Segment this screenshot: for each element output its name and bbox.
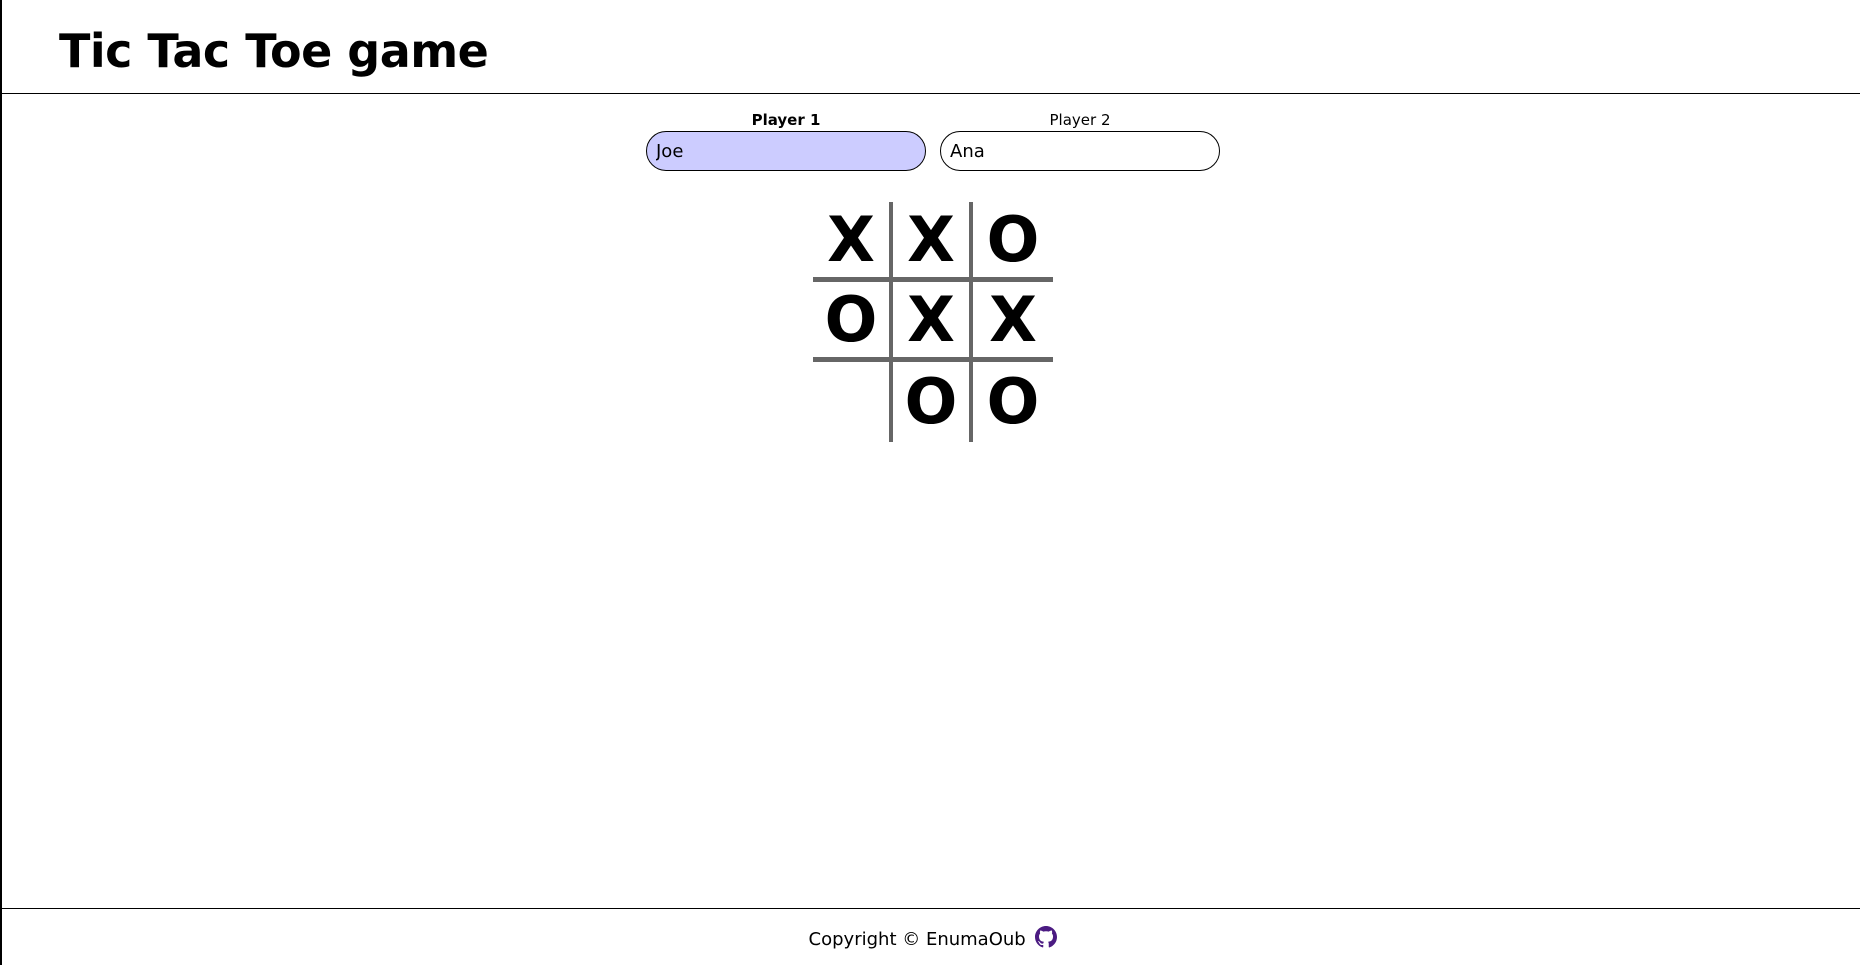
header: Tic Tac Toe game bbox=[2, 0, 1860, 94]
board-cell-8[interactable]: O bbox=[893, 362, 973, 442]
board-cell-5[interactable]: X bbox=[893, 282, 973, 362]
copyright-text: Copyright © EnumaOub bbox=[808, 929, 1026, 950]
player-2: Player 2 bbox=[940, 109, 1220, 171]
board-cell-7[interactable] bbox=[813, 362, 893, 442]
footer: Copyright © EnumaOub bbox=[2, 908, 1860, 965]
board-cell-3[interactable]: O bbox=[973, 202, 1053, 282]
page-title: Tic Tac Toe game bbox=[59, 24, 489, 78]
github-icon[interactable] bbox=[1035, 926, 1058, 948]
player-2-label: Player 2 bbox=[1049, 111, 1111, 129]
player-2-name-input[interactable] bbox=[940, 131, 1220, 171]
board-cell-9[interactable]: O bbox=[973, 362, 1053, 442]
board-cell-2[interactable]: X bbox=[893, 202, 973, 282]
board-cell-1[interactable]: X bbox=[813, 202, 893, 282]
board-cell-6[interactable]: X bbox=[973, 282, 1053, 362]
game-board: X X O O X X O O bbox=[813, 202, 1053, 442]
player-1-label: Player 1 bbox=[751, 111, 821, 129]
player-1-name-input[interactable] bbox=[646, 131, 926, 171]
player-1: Player 1 bbox=[646, 109, 926, 171]
board-cell-4[interactable]: O bbox=[813, 282, 893, 362]
footer-content: Copyright © EnumaOub bbox=[2, 926, 1860, 952]
page: Tic Tac Toe game Player 1 Player 2 X X O… bbox=[0, 0, 1860, 965]
players-panel: Player 1 Player 2 bbox=[646, 109, 1220, 173]
